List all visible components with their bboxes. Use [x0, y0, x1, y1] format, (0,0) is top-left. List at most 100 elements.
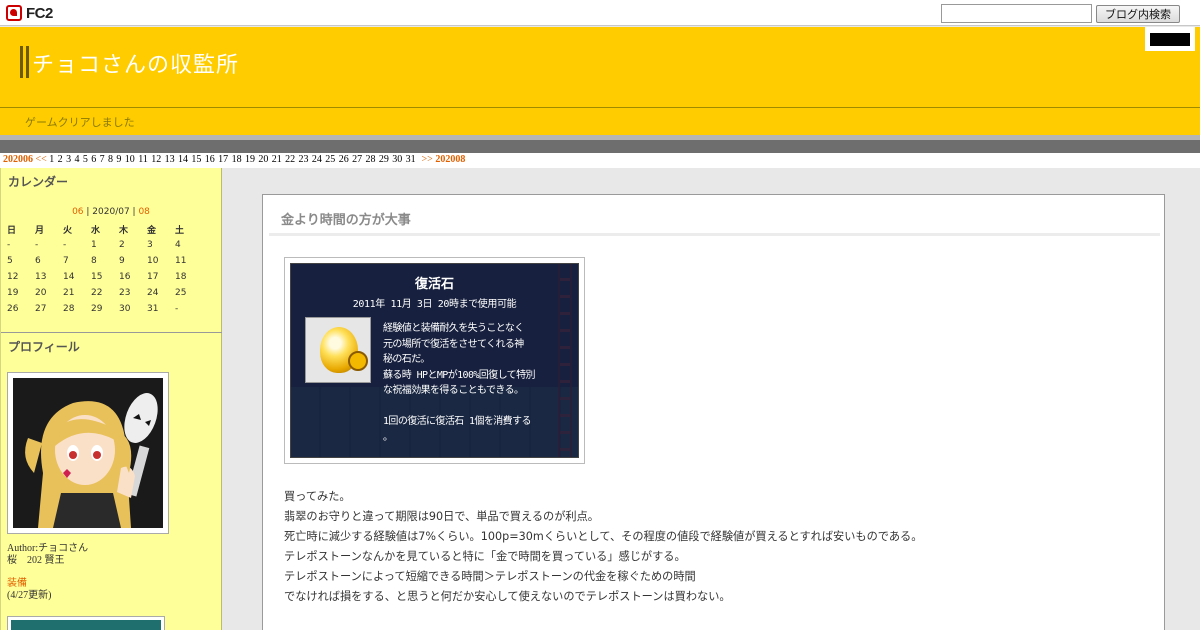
date-link[interactable]: 17 [218, 154, 228, 165]
avatar-illustration [13, 378, 163, 528]
date-link[interactable]: 12 [151, 154, 161, 165]
date-link[interactable]: 11 [138, 154, 148, 165]
date-link[interactable]: 2 [58, 154, 63, 165]
entry-screenshot[interactable]: 復活石 2011年 11月 3日 20時まで使用可能 経験値と装備耐久を失うこと… [284, 257, 585, 464]
calendar-day: 26 [7, 304, 19, 314]
calendar-nav: 06 | 2020/07 | 08 [1, 207, 221, 217]
fc2-logo-text: FC2 [26, 4, 53, 22]
blog-search-button[interactable]: ブログ内検索 [1096, 5, 1180, 23]
calendar-day: 10 [147, 256, 159, 266]
calendar-day: 27 [35, 304, 47, 314]
date-navigation: 202006 << 1 2 3 4 5 6 7 8 9 10 11 12 13 14 15 16 17 18 19 2… [0, 153, 1200, 168]
date-link[interactable]: 4 [74, 154, 79, 165]
calendar-day: 15 [91, 272, 103, 282]
date-link[interactable]: 3 [66, 154, 71, 165]
calendar-day: 24 [147, 288, 159, 298]
date-link[interactable]: 28 [365, 154, 375, 165]
entry-paragraph: 死亡時に減少する経験値は7%くらい。100p=30mくらいとして、その程度の値段… [284, 530, 923, 543]
date-link[interactable]: 24 [312, 154, 322, 165]
calendar-weekday: 月 [35, 225, 45, 236]
item-icon-box [305, 317, 371, 383]
item-description-line: な祝福効果を得ることもできる。 [383, 385, 524, 396]
header-black-box [1150, 33, 1190, 46]
profile-heading: プロフィール [8, 340, 80, 354]
date-link[interactable]: 13 [165, 154, 175, 165]
calendar-weekday: 水 [91, 225, 101, 236]
blog-title[interactable]: チョコさんの収監所 [32, 47, 239, 79]
date-link[interactable]: 30 [392, 154, 402, 165]
calendar-current: 2020/07 [92, 207, 130, 217]
calendar-day: 29 [91, 304, 103, 314]
profile-section: プロフィール Author:チョコさん 桜 202 賢王 装備 (4/27更新) [1, 333, 222, 630]
date-link[interactable]: 23 [299, 154, 309, 165]
equipment-image-content [11, 620, 161, 630]
date-link[interactable]: 27 [352, 154, 362, 165]
header-band [0, 135, 1200, 153]
item-description-line: 1回の復活に復活石 1個を消費する [383, 416, 531, 427]
calendar-week: - - - 1 2 3 4 [7, 237, 203, 253]
author-name: Author:チョコさん [7, 543, 89, 554]
blog-header: チョコさんの収監所 ゲームクリアしました [0, 27, 1200, 135]
date-link[interactable]: 10 [125, 154, 135, 165]
item-description-line: 経験値と装備耐久を失うことなく [383, 323, 524, 334]
fc2-logo-icon [6, 5, 22, 21]
date-link[interactable]: 8 [108, 154, 113, 165]
calendar-day: 9 [119, 256, 125, 266]
entry-title[interactable]: 金より時間の方が大事 [281, 209, 411, 228]
calendar-day: - [63, 240, 67, 250]
header-widget [1145, 27, 1195, 51]
entry-body: 買ってみた。 翡翠のお守りと違って期限は90日で、単品で買えるのが利点。 死亡時に減… [284, 487, 922, 607]
date-link[interactable]: 15 [191, 154, 201, 165]
date-link[interactable]: 26 [339, 154, 349, 165]
date-link[interactable]: 22 [285, 154, 295, 165]
date-link[interactable]: 18 [232, 154, 242, 165]
calendar-day: 12 [7, 272, 19, 282]
date-link[interactable]: 7 [100, 154, 105, 165]
cash-coin-icon [348, 351, 368, 371]
item-name: 復活石 [414, 277, 454, 292]
calendar-day: - [175, 304, 179, 314]
calendar-day: 5 [7, 256, 13, 266]
calendar-day: 17 [147, 272, 159, 282]
prev-arrow: << [35, 154, 47, 165]
calendar-week: 19 20 21 22 23 24 25 [7, 285, 203, 301]
item-description: 経験値と装備耐久を失うことなく 元の場所で復活をさせてくれる神 秘の石だ。 蘇る時 H… [383, 321, 573, 445]
calendar-day: 14 [63, 272, 75, 282]
item-expiry: 2011年 11月 3日 20時まで使用可能 [352, 299, 517, 310]
prev-month-link[interactable]: 202006 [3, 154, 33, 165]
calendar-day: 3 [147, 240, 153, 250]
date-link[interactable]: 14 [178, 154, 188, 165]
header-divider [0, 107, 1200, 108]
calendar-day: 13 [35, 272, 47, 282]
calendar-weekday: 金 [147, 225, 157, 236]
fc2-logo[interactable]: FC2 [6, 4, 53, 22]
date-link[interactable]: 16 [205, 154, 215, 165]
calendar-day: 31 [147, 304, 159, 314]
blog-search-input[interactable] [941, 4, 1092, 23]
calendar-prev-link[interactable]: 06 [72, 207, 83, 217]
sidebar: カレンダー 06 | 2020/07 | 08 日月火水木金土 ---12345… [0, 168, 222, 630]
date-link[interactable]: 19 [245, 154, 255, 165]
item-description-line: 秘の石だ。 [383, 354, 430, 365]
next-month-link[interactable]: 202008 [435, 154, 465, 165]
date-link[interactable]: 1 [49, 154, 54, 165]
item-description-line [383, 399, 573, 415]
date-link[interactable]: 25 [325, 154, 335, 165]
equipment-link[interactable]: 装備 [7, 578, 51, 590]
date-link[interactable]: 21 [272, 154, 282, 165]
date-link[interactable]: 31 [406, 154, 416, 165]
calendar-day: 25 [175, 288, 187, 298]
date-link[interactable]: 5 [83, 154, 88, 165]
calendar-day: 22 [91, 288, 103, 298]
equipment-image[interactable] [7, 616, 165, 630]
date-link[interactable]: 29 [379, 154, 389, 165]
calendar-heading: カレンダー [8, 175, 69, 189]
calendar-week: 12 13 14 15 16 17 18 [7, 269, 203, 285]
date-link[interactable]: 6 [91, 154, 96, 165]
calendar-next-link[interactable]: 08 [138, 207, 149, 217]
avatar [13, 378, 163, 528]
entry-paragraph: 買ってみた。 [284, 490, 351, 503]
calendar-day: 23 [119, 288, 131, 298]
date-link[interactable]: 9 [116, 154, 121, 165]
date-link[interactable]: 20 [258, 154, 268, 165]
